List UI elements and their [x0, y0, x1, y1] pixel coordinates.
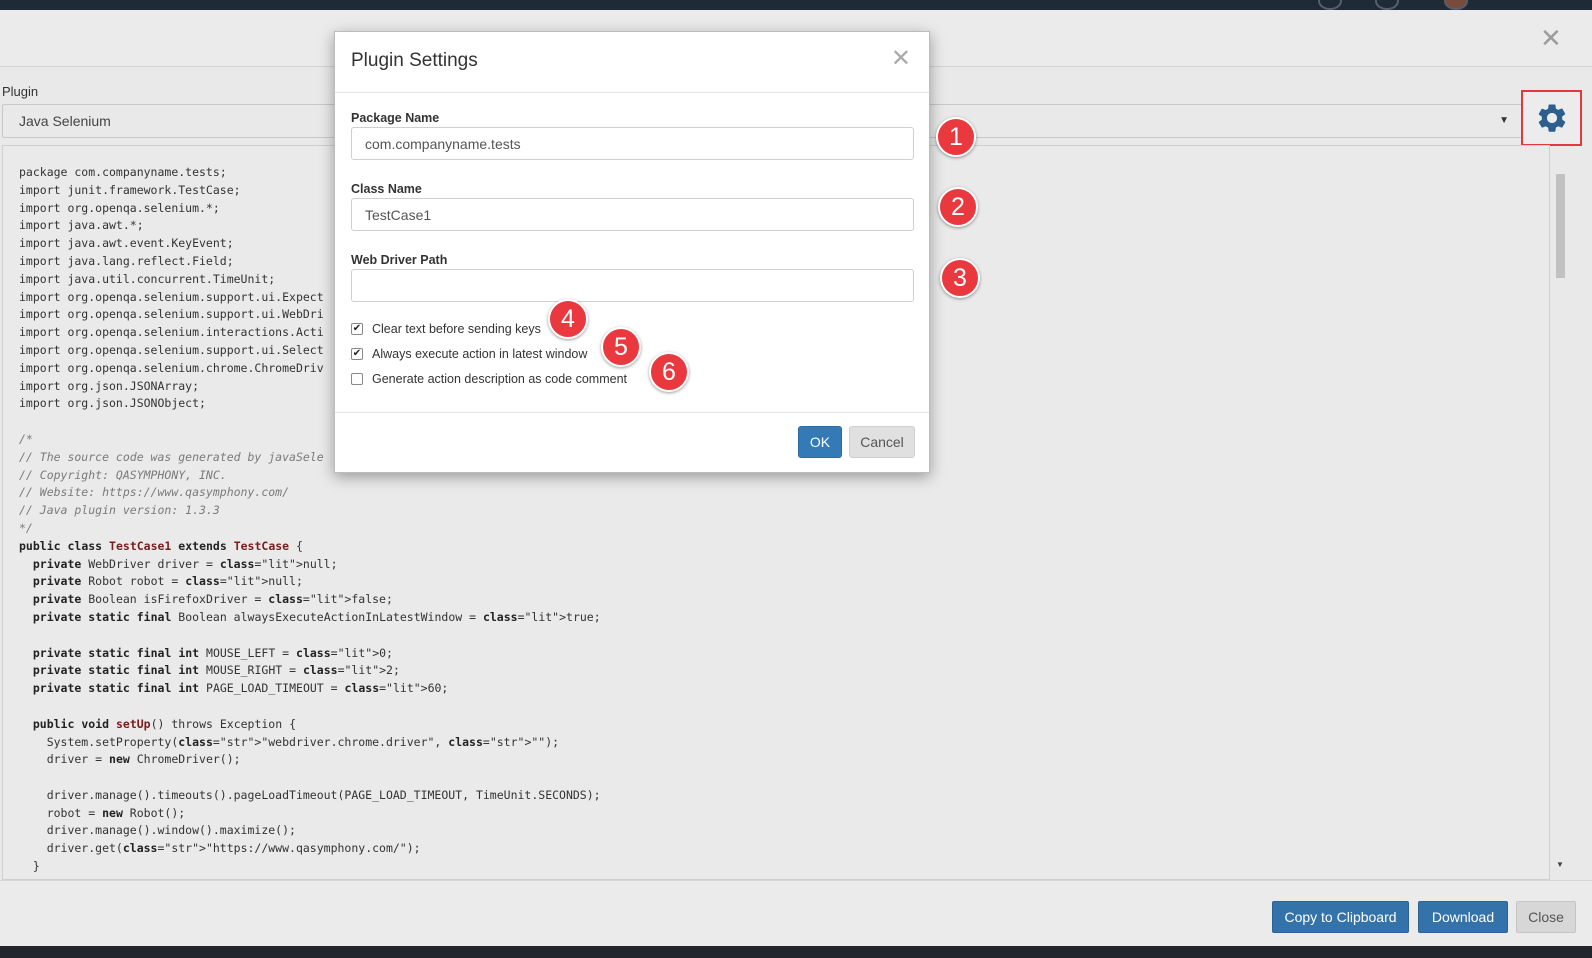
code-line: */ [19, 520, 33, 535]
code-line: import org.openqa.selenium.support.ui.We… [19, 307, 324, 322]
avatar[interactable] [1444, 0, 1468, 10]
code-line: import junit.framework.TestCase; [19, 182, 241, 197]
latest-window-option[interactable]: ✔ Always execute action in latest window [351, 347, 587, 361]
checkbox-label: Clear text before sending keys [372, 322, 541, 336]
package-name-input[interactable]: com.companyname.tests [351, 127, 914, 160]
callout-marker-6: 6 [649, 352, 689, 392]
code-line: private static final Boolean alwaysExecu… [32, 609, 601, 624]
download-button[interactable]: Download [1418, 901, 1508, 933]
code-line: import org.openqa.selenium.support.ui.Ex… [19, 289, 324, 304]
scrollbar-thumb[interactable] [1556, 174, 1565, 278]
code-line: package com.companyname.tests; [19, 165, 227, 179]
checkbox-label: Always execute action in latest window [372, 347, 588, 361]
info-icon[interactable] [1375, 0, 1399, 10]
web-driver-path-label: Web Driver Path [351, 253, 448, 267]
code-line: import org.openqa.selenium.*; [19, 200, 220, 215]
checkbox-latest-window[interactable]: ✔ [351, 348, 363, 360]
code-line: import org.openqa.selenium.chrome.Chrome… [19, 360, 324, 375]
code-line: robot = new Robot(); [19, 805, 186, 820]
scroll-down-arrow-icon[interactable]: ▼ [1556, 860, 1564, 869]
code-line: private Robot robot = class="lit">null; [32, 574, 303, 589]
code-line: import java.util.concurrent.TimeUnit; [19, 271, 276, 286]
dialog-title: Plugin Settings [351, 50, 478, 71]
class-name-input[interactable]: TestCase1 [351, 198, 914, 231]
code-line: private static final int MOUSE_RIGHT = c… [32, 663, 400, 678]
code-line: // Website: https://www.qasymphony.com/ [19, 485, 290, 500]
ok-button[interactable]: OK [798, 426, 842, 458]
code-line: import java.lang.reflect.Field; [19, 253, 234, 268]
plugin-select-value: Java Selenium [19, 113, 111, 129]
code-line: driver.manage().timeouts().pageLoadTimeo… [19, 787, 601, 802]
callout-marker-4: 4 [548, 299, 588, 339]
code-line: import org.openqa.selenium.support.ui.Se… [19, 342, 324, 357]
plugin-settings-button[interactable] [1521, 90, 1582, 146]
code-line: } [19, 859, 40, 874]
close-icon[interactable]: ✕ [891, 46, 911, 70]
copy-to-clipboard-button[interactable]: Copy to Clipboard [1272, 901, 1409, 933]
code-scrollbar[interactable]: ▼ [1554, 160, 1566, 875]
checkbox-clear-text[interactable]: ✔ [351, 323, 363, 335]
code-line: driver = new ChromeDriver(); [19, 752, 241, 767]
close-icon[interactable]: ✕ [1540, 26, 1562, 52]
top-bar [0, 0, 1592, 10]
code-line: // The source code was generated by java… [19, 449, 324, 464]
code-line: System.setProperty(class="str">"webdrive… [19, 734, 560, 749]
code-line: public void setUp() throws Exception { [32, 716, 297, 731]
chevron-down-icon: ▼ [1499, 115, 1509, 126]
package-name-label: Package Name [351, 111, 440, 125]
web-driver-path-input[interactable] [351, 269, 914, 302]
callout-marker-1: 1 [936, 117, 976, 157]
code-line: driver.get(class="str">"https://www.qasy… [19, 841, 421, 856]
code-line: private static final int MOUSE_LEFT = cl… [32, 645, 393, 660]
close-button[interactable]: Close [1516, 901, 1576, 933]
plugin-settings-dialog: Plugin Settings ✕ Package Name com.compa… [334, 31, 930, 473]
code-line: import org.json.JSONObject; [19, 396, 206, 411]
callout-marker-3: 3 [940, 258, 980, 298]
checkbox-code-comment[interactable] [351, 373, 363, 385]
code-comment-option[interactable]: Generate action description as code comm… [351, 372, 627, 386]
cancel-button[interactable]: Cancel [849, 426, 915, 458]
plugin-label: Plugin [2, 84, 39, 99]
code-line: /* [19, 431, 33, 446]
bottom-strip [0, 946, 1592, 958]
callout-marker-5: 5 [601, 327, 641, 367]
code-line: import java.awt.*; [19, 218, 144, 233]
code-line: import org.openqa.selenium.interactions.… [19, 325, 324, 340]
code-line: private Boolean isFirefoxDriver = class=… [32, 592, 393, 607]
code-line: import java.awt.event.KeyEvent; [19, 236, 234, 251]
gear-icon [1538, 104, 1565, 132]
code-line: public class TestCase1 extends TestCase … [19, 538, 303, 553]
code-line: private WebDriver driver = class="lit">n… [32, 556, 338, 571]
clear-text-option[interactable]: ✔ Clear text before sending keys [351, 322, 541, 336]
callout-marker-2: 2 [938, 187, 978, 227]
divider [335, 412, 929, 413]
code-line: // Copyright: QASYMPHONY, INC. [19, 467, 227, 482]
code-line: private static final int PAGE_LOAD_TIMEO… [32, 681, 449, 696]
checkbox-label: Generate action description as code comm… [372, 372, 627, 386]
modal-footer: Copy to Clipboard Download Close [0, 880, 1592, 948]
help-icon[interactable] [1318, 0, 1342, 10]
code-line: driver.manage().window().maximize(); [19, 823, 296, 838]
class-name-label: Class Name [351, 182, 422, 196]
code-line: // Java plugin version: 1.3.3 [19, 503, 220, 518]
divider [335, 92, 929, 93]
code-line: import org.json.JSONArray; [19, 378, 200, 393]
